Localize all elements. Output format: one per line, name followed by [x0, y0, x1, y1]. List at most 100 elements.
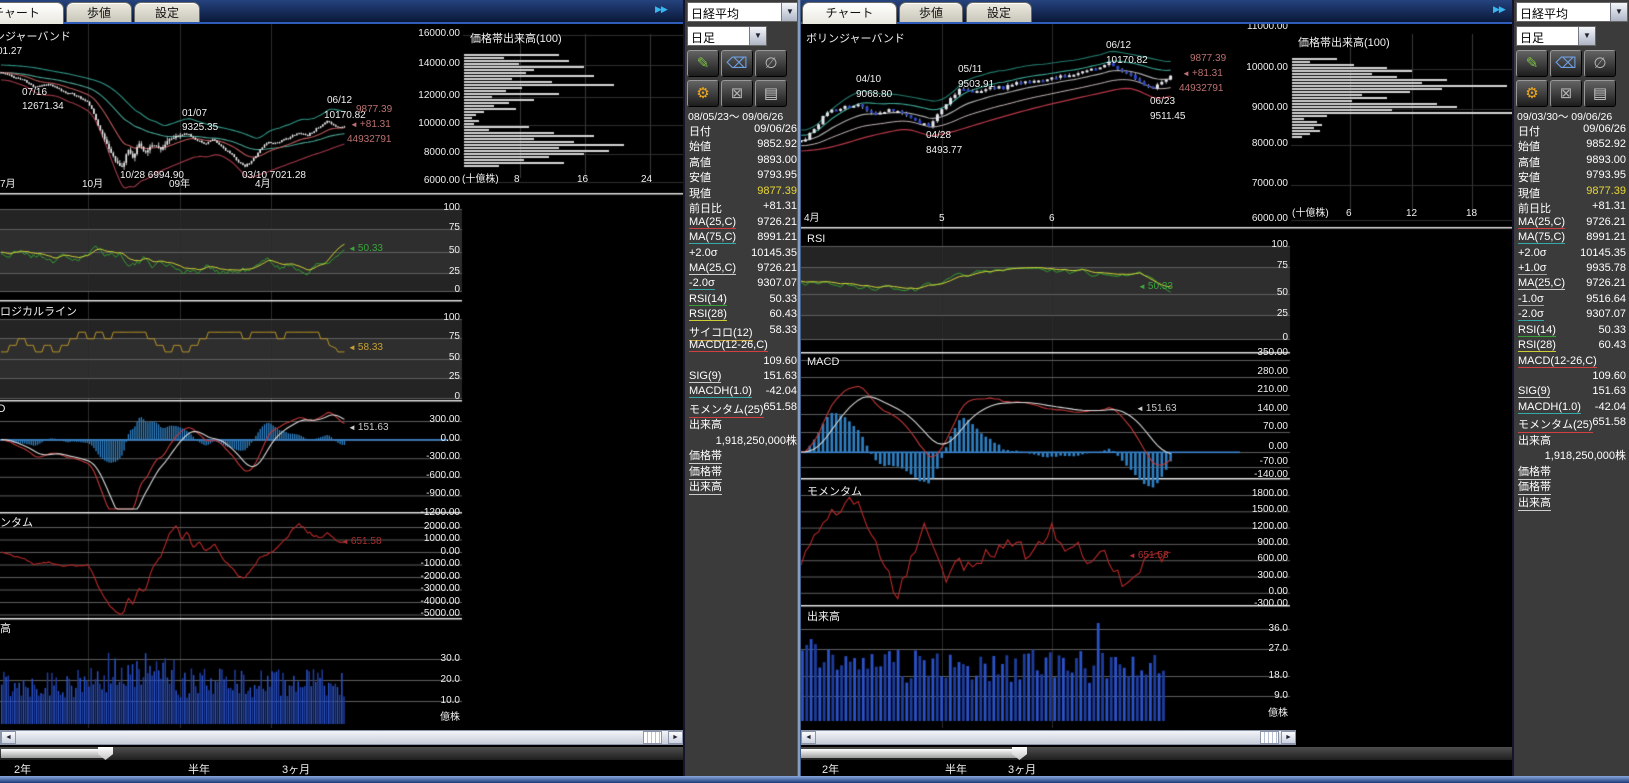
- row-label[interactable]: -2.0σ: [1518, 308, 1544, 321]
- slider-label-1[interactable]: 半年: [945, 761, 967, 776]
- horizontal-scrollbar-left[interactable]: ◄►: [0, 730, 683, 745]
- dropdown-arrow-icon[interactable]: ▼: [1578, 27, 1595, 45]
- period-select-right[interactable]: 日足▼: [1516, 26, 1596, 46]
- row-label[interactable]: 出来高: [1518, 494, 1551, 511]
- tab-ticks-left[interactable]: 歩値: [66, 2, 132, 22]
- current-change-value: +81.31: [1192, 68, 1223, 79]
- line-disabled-icon[interactable]: ∅: [755, 50, 787, 77]
- symbol-select-right[interactable]: 日経平均▼: [1516, 2, 1628, 22]
- row-label[interactable]: MACDH(1.0): [1518, 401, 1581, 414]
- row-value: 9877.39: [757, 185, 797, 197]
- row-label: +2.0σ: [1518, 247, 1547, 259]
- row-label[interactable]: RSI(28): [689, 308, 727, 321]
- price-xaxis-label: 10月: [82, 179, 103, 190]
- price-annotation: 03/10 7021.28: [242, 170, 306, 181]
- row-value: 9852.92: [757, 138, 797, 150]
- row-value: -42.04: [1595, 401, 1626, 413]
- row-label[interactable]: SIG(9): [1518, 385, 1550, 398]
- eraser-icon[interactable]: ⌫: [721, 50, 753, 77]
- slider-label-2[interactable]: 3ヶ月: [282, 761, 310, 776]
- tab-chart-left[interactable]: チャート: [0, 2, 64, 24]
- row-label[interactable]: -2.0σ: [689, 277, 715, 290]
- row-value: 151.63: [1592, 385, 1626, 397]
- table-row: 安値9793.95: [1514, 168, 1629, 183]
- dropdown-arrow-icon[interactable]: ▼: [1610, 3, 1627, 21]
- slider-thumb[interactable]: [1012, 747, 1027, 760]
- row-label[interactable]: MA(25,C): [689, 216, 736, 229]
- scrollbar-thumb[interactable]: [643, 731, 662, 744]
- momentum-scale-label: 0.00: [1228, 586, 1288, 597]
- current-change: ◄+81.31: [1182, 68, 1223, 79]
- table-row: MACDH(1.0)-42.04: [685, 384, 800, 399]
- pencil-icon[interactable]: ✎: [687, 50, 719, 77]
- slider-label-0[interactable]: 2年: [14, 761, 31, 776]
- left-arrow-icon: ◄: [1136, 404, 1144, 413]
- scroll-right-button[interactable]: ►: [1281, 731, 1296, 744]
- period-slider-left[interactable]: [0, 746, 683, 760]
- row-label[interactable]: RSI(14): [689, 293, 727, 306]
- row-value: 9516.64: [1586, 293, 1626, 305]
- row-label[interactable]: MA(25,C): [1518, 277, 1565, 290]
- row-value: 10145.35: [751, 247, 797, 259]
- slider-label-1[interactable]: 半年: [188, 761, 210, 776]
- eraser-icon[interactable]: ⌫: [1550, 50, 1582, 77]
- scrollbar-thumb[interactable]: [1260, 731, 1279, 744]
- current-volume: 44932791: [347, 134, 392, 145]
- row-label[interactable]: MACD(12-26,C): [689, 339, 768, 352]
- row-label[interactable]: MACDH(1.0): [689, 385, 752, 398]
- dropdown-arrow-icon[interactable]: ▼: [749, 27, 766, 45]
- period-slider-right[interactable]: [800, 746, 1512, 760]
- period-select-left[interactable]: 日足▼: [687, 26, 767, 46]
- slider-thumb[interactable]: [98, 747, 113, 760]
- table-row: +2.0σ10145.35: [1514, 246, 1629, 261]
- price-axis-label: 11000.00: [1228, 24, 1288, 32]
- expand-button-left[interactable]: ▶▶: [655, 4, 667, 15]
- gear-icon[interactable]: ⚙: [687, 80, 719, 107]
- pencil-icon[interactable]: ✎: [1516, 50, 1548, 77]
- momentum-scale-label: -2000.00: [400, 571, 460, 582]
- row-label[interactable]: MA(75,C): [689, 231, 736, 244]
- row-label[interactable]: SIG(9): [689, 370, 721, 383]
- gear-icon[interactable]: ⚙: [1516, 80, 1548, 107]
- chart-area-right[interactable]: ボリンジャーバンド11000.0010000.009000.008000.007…: [800, 24, 1512, 728]
- expand-button-right[interactable]: ▶▶: [1493, 4, 1505, 15]
- table-row: SIG(9)151.63: [685, 369, 800, 384]
- chart-area-left[interactable]: ボリンジャーバンド16000.0014000.0012000.0010000.0…: [0, 24, 683, 728]
- row-label[interactable]: MA(25,C): [1518, 216, 1565, 229]
- printer-icon[interactable]: ▤: [1584, 80, 1616, 107]
- table-row: 出来高: [685, 477, 800, 492]
- tab-chart-right[interactable]: チャート: [802, 2, 897, 24]
- table-row: 109.60: [685, 354, 800, 369]
- slider-label-2[interactable]: 3ヶ月: [1008, 761, 1036, 776]
- row-label[interactable]: +1.0σ: [1518, 262, 1547, 275]
- band-disabled-icon[interactable]: ⊠: [721, 80, 753, 107]
- tab-ticks-right[interactable]: 歩値: [899, 2, 963, 22]
- symbol-select-left[interactable]: 日経平均▼: [687, 2, 799, 22]
- row-label[interactable]: MA(25,C): [689, 262, 736, 275]
- tab-settings-left[interactable]: 設定: [134, 2, 200, 22]
- band-disabled-icon[interactable]: ⊠: [1550, 80, 1582, 107]
- price-annotation: 06/12: [327, 95, 352, 106]
- row-label[interactable]: MA(75,C): [1518, 231, 1565, 244]
- horizontal-scrollbar-right[interactable]: ◄►: [800, 730, 1296, 745]
- row-label[interactable]: -1.0σ: [1518, 293, 1544, 306]
- row-label[interactable]: MACD(12-26,C): [1518, 355, 1597, 368]
- macd-panel-title-left: MACD: [0, 403, 5, 415]
- table-row: -2.0σ9307.07: [1514, 307, 1629, 322]
- line-disabled-icon[interactable]: ∅: [1584, 50, 1616, 77]
- scroll-right-button[interactable]: ►: [668, 731, 683, 744]
- row-label[interactable]: 出来高: [689, 478, 722, 495]
- table-row: 高値9893.00: [685, 153, 800, 168]
- dropdown-arrow-icon[interactable]: ▼: [781, 3, 798, 21]
- row-label[interactable]: RSI(14): [1518, 324, 1556, 337]
- volume-scale-label: 27.0: [1228, 643, 1288, 654]
- row-label[interactable]: RSI(28): [1518, 339, 1556, 352]
- tab-settings-right[interactable]: 設定: [966, 2, 1032, 22]
- rsi-scale-label: 25: [1228, 308, 1288, 319]
- price-chart-title-right: ボリンジャーバンド: [806, 30, 905, 46]
- table-row: RSI(28)60.43: [1514, 338, 1629, 353]
- printer-icon[interactable]: ▤: [755, 80, 787, 107]
- scroll-left-button[interactable]: ◄: [1, 731, 16, 744]
- slider-label-0[interactable]: 2年: [822, 761, 839, 776]
- scroll-left-button[interactable]: ◄: [801, 731, 816, 744]
